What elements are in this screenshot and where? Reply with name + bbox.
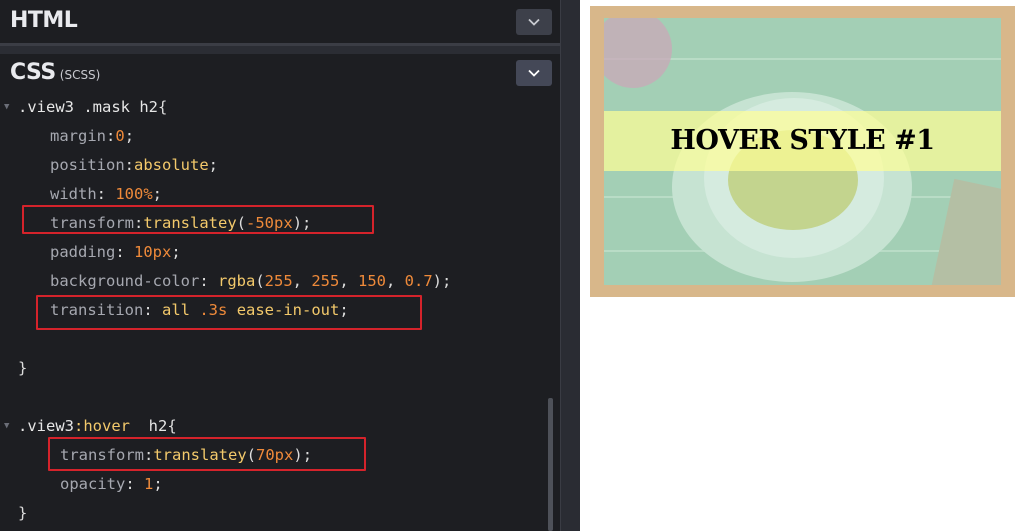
html-pane-title: HTML (10, 8, 78, 33)
resize-handle[interactable] (560, 0, 580, 531)
hover-heading: HOVER STYLE #1 (604, 111, 1001, 171)
fold-arrow-icon[interactable]: ▼ (4, 415, 9, 437)
css-pane-toggle-button[interactable] (516, 60, 552, 86)
flower-image (604, 18, 672, 88)
css-code-area[interactable]: ▼ .view3 .mask h2{ margin:0; position:ab… (0, 96, 560, 531)
chevron-down-icon (528, 18, 540, 26)
code-line-selector: .view3 .mask h2{ (18, 98, 168, 116)
code-line-close-brace: } (18, 504, 28, 522)
code-line-padding: padding: 10px; (50, 243, 181, 261)
code-line-margin: margin:0; (50, 127, 135, 145)
code-editor: HTML CSS (SCSS) ▼ .view3 .mask h2{ margin… (0, 0, 580, 531)
html-pane-header[interactable]: HTML (0, 0, 560, 46)
notebook-image (931, 178, 1001, 285)
code-line-position: position:absolute; (50, 156, 218, 174)
preview-frame: HOVER STYLE #1 (590, 6, 1015, 297)
css-pane-header[interactable]: CSS (SCSS) (0, 54, 560, 96)
highlight-box-hover-transform (48, 437, 366, 471)
code-line-close-brace: } (18, 359, 28, 377)
css-pane-title: CSS (SCSS) (10, 60, 101, 85)
tea-cup-image[interactable]: HOVER STYLE #1 (604, 18, 1001, 285)
pane-separator[interactable] (0, 46, 560, 54)
highlight-box-transition (36, 295, 422, 330)
code-line-width: width: 100%; (50, 185, 163, 203)
fold-arrow-icon[interactable]: ▼ (4, 96, 9, 118)
code-line-opacity: opacity: 1; (60, 475, 163, 493)
css-preprocessor-label: (SCSS) (59, 68, 101, 82)
chevron-down-icon (528, 69, 540, 77)
code-line-hover-selector: .view3:hover h2{ (18, 417, 177, 435)
editor-scrollbar[interactable] (548, 398, 553, 531)
highlight-box-transform (22, 205, 374, 234)
code-line-background-color: background-color: rgba(255, 255, 150, 0.… (50, 272, 452, 290)
html-pane-toggle-button[interactable] (516, 9, 552, 35)
